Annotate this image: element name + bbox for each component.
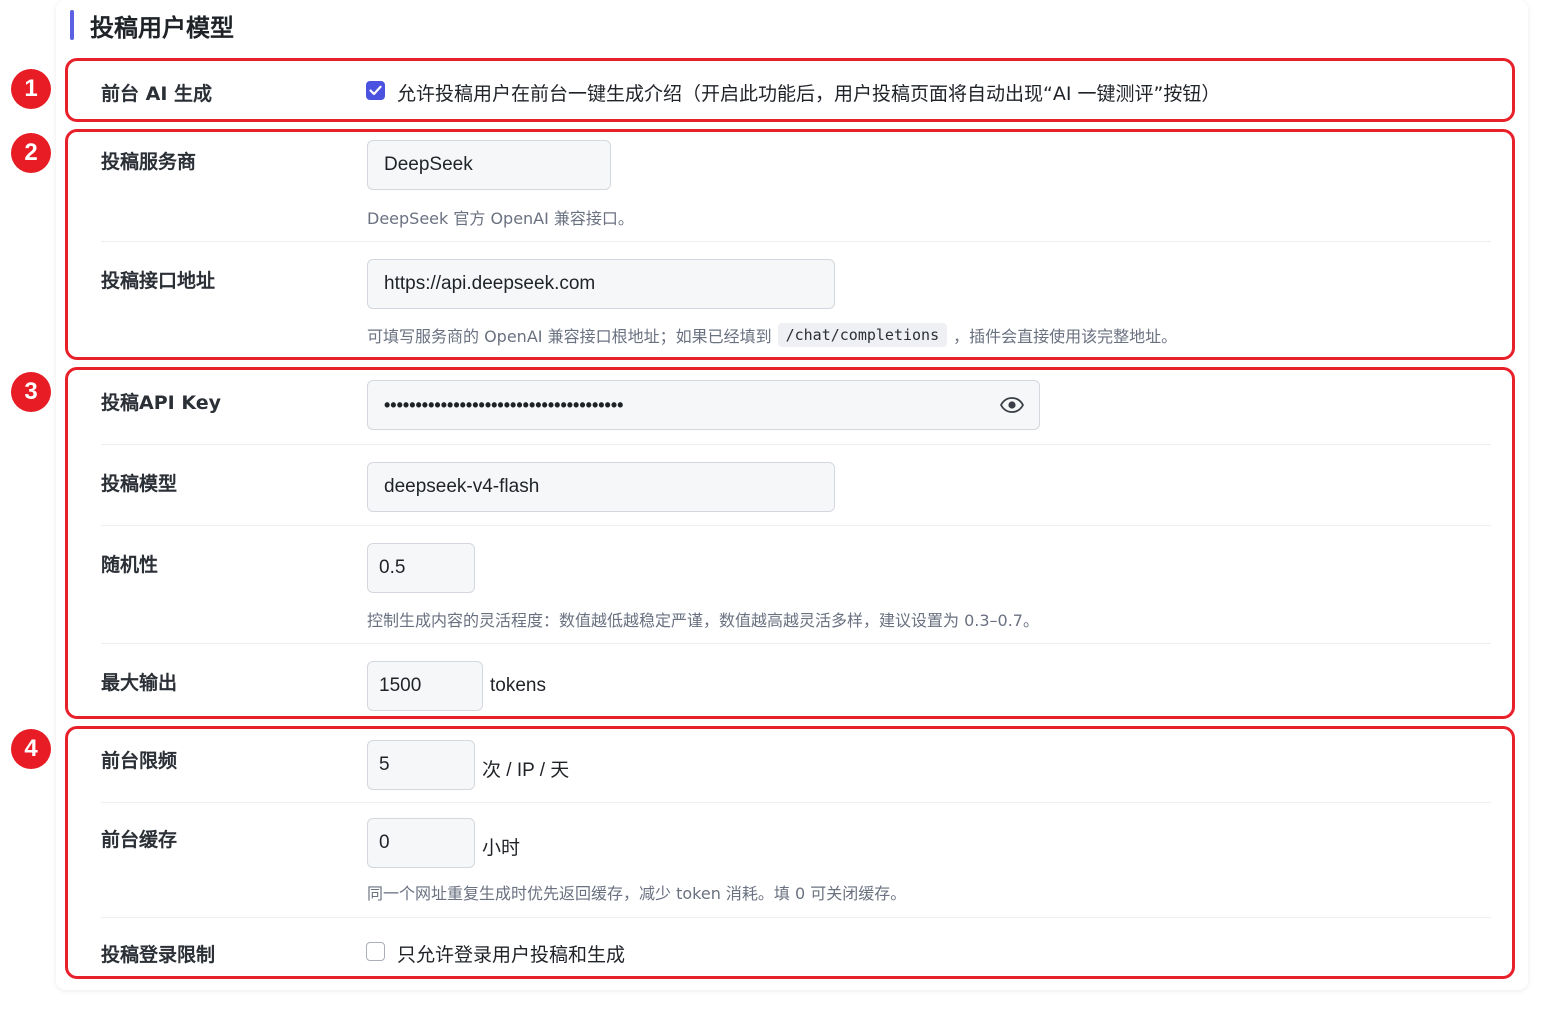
rate-limit-input[interactable]: 5	[367, 740, 475, 790]
model-label: 投稿模型	[101, 473, 178, 495]
divider	[101, 802, 1491, 803]
divider	[101, 241, 1491, 242]
endpoint-help-after: ，插件会直接使用该完整地址。	[953, 327, 1178, 346]
cache-help: 同一个网址重复生成时优先返回缓存，减少 token 消耗。填 0 可关闭缓存。	[367, 884, 907, 903]
temperature-label: 随机性	[101, 554, 159, 576]
cache-value: 0	[379, 832, 390, 853]
login-limit-checkbox[interactable]	[366, 942, 385, 961]
max-output-label: 最大输出	[101, 672, 178, 694]
rate-limit-value: 5	[379, 754, 390, 775]
endpoint-help: 可填写服务商的 OpenAI 兼容接口根地址；如果已经填到 /chat/comp…	[367, 323, 1177, 347]
max-output-value: 1500	[379, 675, 422, 696]
badge-3: 3	[11, 372, 51, 412]
cache-unit: 小时	[482, 838, 521, 859]
title-accent-bar	[70, 10, 74, 40]
login-limit-label: 投稿登录限制	[101, 944, 216, 966]
section-title: 投稿用户模型	[90, 13, 234, 42]
api-key-label: 投稿API Key	[101, 392, 221, 414]
divider	[101, 525, 1491, 526]
endpoint-input[interactable]: https://api.deepseek.com	[367, 259, 835, 309]
badge-4: 4	[11, 729, 51, 769]
provider-select[interactable]: DeepSeek	[367, 140, 611, 190]
badge-1: 1	[11, 69, 51, 109]
endpoint-label: 投稿接口地址	[101, 270, 216, 292]
cache-input[interactable]: 0	[367, 818, 475, 868]
api-key-masked-value: ••••••••••••••••••••••••••••••••••••••	[384, 394, 624, 415]
model-value: deepseek-v4-flash	[384, 476, 540, 497]
endpoint-value: https://api.deepseek.com	[384, 273, 596, 294]
rate-limit-label: 前台限频	[101, 750, 178, 772]
rate-limit-unit: 次 / IP / 天	[482, 760, 570, 781]
provider-help: DeepSeek 官方 OpenAI 兼容接口。	[367, 209, 634, 228]
eye-icon[interactable]	[999, 396, 1025, 414]
temperature-help: 控制生成内容的灵活程度：数值越低越稳定严谨，数值越高越灵活多样，建议设置为 0.…	[367, 611, 1039, 630]
model-input[interactable]: deepseek-v4-flash	[367, 462, 835, 512]
divider	[101, 643, 1491, 644]
checkmark-icon	[369, 85, 382, 96]
temperature-input[interactable]: 0.5	[367, 543, 475, 593]
frontend-ai-checkbox-label[interactable]: 允许投稿用户在前台一键生成介绍（开启此功能后，用户投稿页面将自动出现“AI 一键…	[397, 79, 1220, 106]
provider-value: DeepSeek	[384, 154, 473, 175]
cache-label: 前台缓存	[101, 829, 178, 851]
badge-2: 2	[11, 133, 51, 173]
api-key-input[interactable]: ••••••••••••••••••••••••••••••••••••••	[367, 380, 1040, 430]
endpoint-help-code: /chat/completions	[777, 323, 948, 347]
login-limit-checkbox-label[interactable]: 只允许登录用户投稿和生成	[397, 940, 625, 967]
highlight-group-4	[65, 726, 1515, 979]
frontend-ai-label: 前台 AI 生成	[101, 83, 213, 105]
max-output-unit: tokens	[490, 675, 546, 696]
section-header: 投稿用户模型	[70, 8, 234, 42]
temperature-value: 0.5	[379, 557, 406, 578]
divider	[101, 444, 1491, 445]
endpoint-help-before: 可填写服务商的 OpenAI 兼容接口根地址；如果已经填到	[367, 327, 772, 346]
frontend-ai-checkbox[interactable]	[366, 81, 385, 100]
max-output-input[interactable]: 1500	[367, 661, 483, 711]
divider	[101, 917, 1491, 918]
provider-label: 投稿服务商	[101, 151, 197, 173]
